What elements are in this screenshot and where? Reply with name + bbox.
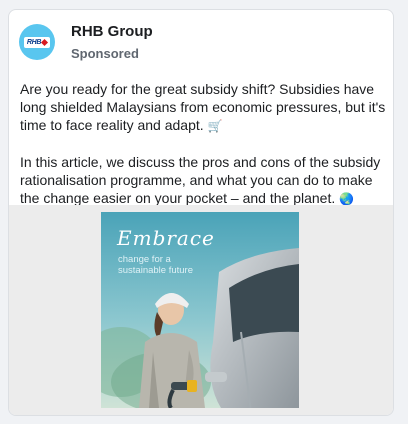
- rhb-logo: RHB: [24, 36, 50, 48]
- post-paragraph: Are you ready for the great subsidy shif…: [20, 80, 386, 135]
- globe-icon: 🌏: [339, 192, 355, 206]
- rhb-logo-diamond-icon: [41, 38, 49, 46]
- sponsored-label[interactable]: Sponsored: [71, 46, 139, 61]
- ad-headline: Embrace: [117, 226, 215, 250]
- advertiser-name[interactable]: RHB Group: [71, 23, 153, 40]
- rhb-logo-text: RHB: [26, 38, 42, 46]
- ad-image[interactable]: Embrace change for a sustainable future: [101, 212, 299, 408]
- sponsored-post-card: RHB RHB Group Sponsored Are you ready fo…: [8, 9, 394, 416]
- post-paragraph: In this article, we discuss the pros and…: [20, 153, 386, 208]
- post-paragraph-text: Are you ready for the great subsidy shif…: [20, 81, 386, 133]
- shopping-cart-icon: 🛒: [207, 119, 223, 133]
- ad-subline-1: change for a: [118, 254, 171, 265]
- post-media[interactable]: Embrace change for a sustainable future: [9, 205, 393, 415]
- ad-subline-2: sustainable future: [118, 265, 193, 276]
- ad-subline: change for a sustainable future: [118, 254, 248, 276]
- post-paragraph-text: In this article, we discuss the pros and…: [20, 154, 381, 206]
- post-body-text: Are you ready for the great subsidy shif…: [20, 80, 386, 208]
- advertiser-avatar[interactable]: RHB: [19, 24, 55, 60]
